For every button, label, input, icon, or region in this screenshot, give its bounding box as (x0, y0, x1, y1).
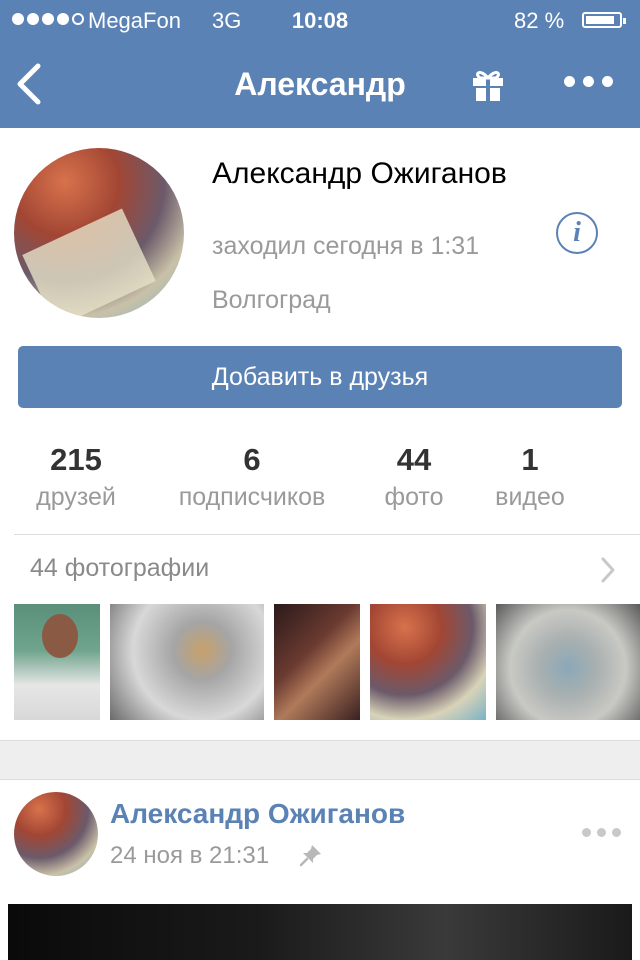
navigation-bar: Александр (0, 40, 640, 128)
counter-label: видео (495, 483, 565, 511)
post-date: 24 ноя в 21:31 (110, 842, 270, 869)
profile-city: Волгоград (212, 286, 331, 314)
add-friend-button[interactable]: Добавить в друзья (18, 346, 622, 408)
photo-thumbnail[interactable] (14, 604, 100, 720)
battery-percent: 82 % (514, 8, 565, 33)
counter-value: 1 (521, 442, 539, 477)
photos-header[interactable]: 44 фотографии (30, 554, 209, 583)
section-separator (0, 740, 640, 780)
post-avatar[interactable] (14, 792, 98, 876)
post-image[interactable] (8, 904, 632, 960)
photo-thumbnail[interactable] (370, 604, 486, 720)
chevron-right-icon[interactable] (600, 556, 616, 584)
photo-thumbnail[interactable] (496, 604, 640, 720)
counter-value: 215 (50, 442, 102, 477)
counter-value: 44 (396, 442, 432, 477)
battery-icon (582, 12, 626, 28)
photo-thumbnail[interactable] (110, 604, 264, 720)
gift-icon[interactable] (470, 66, 506, 102)
counter-label: друзей (36, 483, 116, 511)
profile-name: Александр Ожиганов (212, 157, 507, 190)
pin-icon (299, 845, 321, 867)
counter-followers[interactable]: 6 подписчиков (162, 440, 342, 514)
post-more-icon[interactable] (582, 828, 621, 837)
counter-value: 6 (243, 442, 261, 477)
counter-label: подписчиков (178, 483, 326, 511)
info-icon[interactable]: i (556, 212, 598, 254)
status-bar: MegaFon 3G 10:08 82 % (0, 0, 640, 40)
counter-friends[interactable]: 215 друзей (28, 440, 124, 514)
photo-thumbnail[interactable] (274, 604, 360, 720)
post-author[interactable]: Александр Ожиганов (110, 798, 405, 830)
counter-videos[interactable]: 1 видео (484, 440, 576, 514)
divider (14, 534, 640, 535)
last-seen-status: заходил сегодня в 1:31 (212, 232, 480, 260)
counter-label: фото (384, 483, 444, 511)
counter-photos[interactable]: 44 фото (370, 440, 458, 514)
more-horizontal-icon[interactable] (564, 76, 613, 87)
avatar[interactable] (14, 148, 184, 318)
page-title: Александр (234, 66, 406, 102)
